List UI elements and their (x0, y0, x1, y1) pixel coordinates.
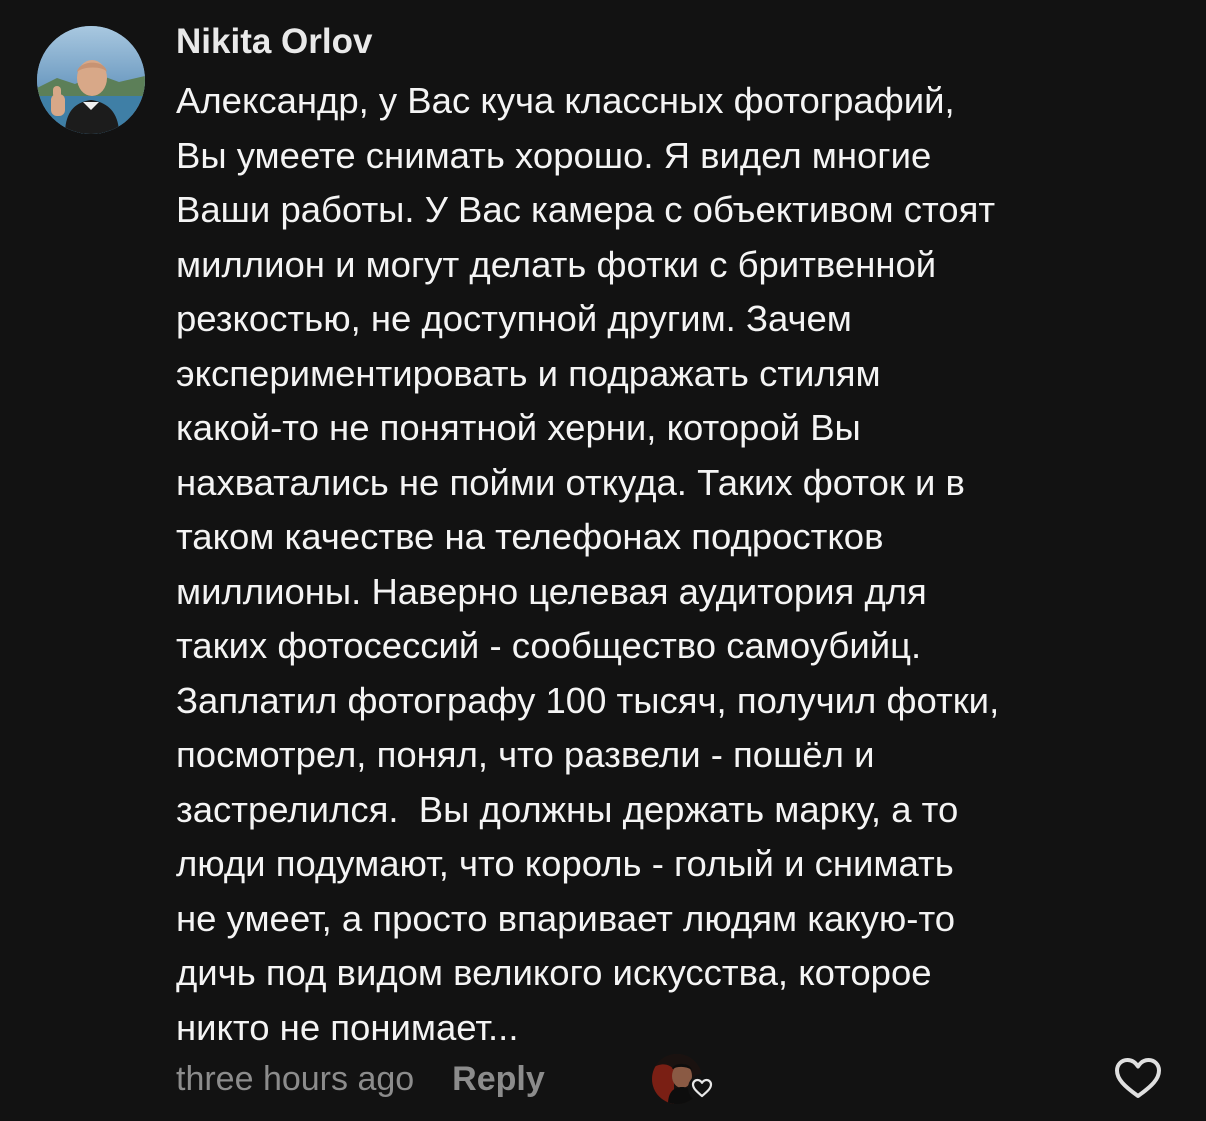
like-button[interactable] (1112, 1055, 1164, 1101)
user-avatar-photo (37, 26, 145, 134)
comment-text-line: таких фотосессий - сообщество самоубийц. (176, 625, 922, 666)
comment-text-line: какой-то не понятной херни, которой Вы (176, 407, 861, 448)
comment-text-line: Александр, у Вас куча классных фотографи… (176, 80, 955, 121)
heart-outline-icon (1115, 1058, 1161, 1098)
comment-text-line: миллион и могут делать фотки с бритвенно… (176, 243, 937, 285)
comment-text-line: дичь под видом великого искусства, котор… (176, 952, 932, 993)
comment-author-name[interactable]: Nikita Orlov (176, 20, 372, 64)
comment-text-line: Вы умеете снимать хорошо. Я видел многие (176, 134, 932, 176)
comment-text-line: Заплатил фотографу 100 тысяч, получил фо… (176, 679, 1000, 721)
comment-meta-row: three hours ago Reply (176, 1053, 545, 1105)
avatar[interactable] (37, 26, 145, 134)
comment-text-line: люди подумают, что король - голый и сним… (176, 843, 954, 884)
comment-text-line: нахватались не пойми откуда. Таких фоток… (176, 461, 965, 503)
liked-by-creator-badge (652, 1054, 718, 1106)
comment-timestamp: three hours ago (176, 1059, 415, 1098)
comment-text-line: таком качестве на телефонах подростков (176, 516, 884, 557)
comment-text-line: застрелился. Вы должны держать марку, а … (176, 788, 959, 830)
reply-button[interactable]: Reply (452, 1060, 545, 1099)
comment-text-line: резкостью, не доступной другим. Зачем (176, 298, 852, 339)
comment-text: Александр, у Вас куча классных фотографи… (176, 74, 1166, 1055)
comment-text-line: не умеет, а просто впаривает людям какую… (176, 897, 956, 939)
comment-text-line: посмотрел, понял, что развели - пошёл и (176, 734, 875, 775)
comment-text-line: миллионы. Наверно целевая аудитория для (176, 570, 927, 612)
comment-text-line: экспериментировать и подражать стилям (176, 352, 881, 394)
comment-text-line: никто не понимает... (176, 1006, 519, 1048)
small-heart-icon (688, 1074, 716, 1102)
comment-text-line: Ваши работы. У Вас камера с объективом с… (176, 189, 996, 230)
